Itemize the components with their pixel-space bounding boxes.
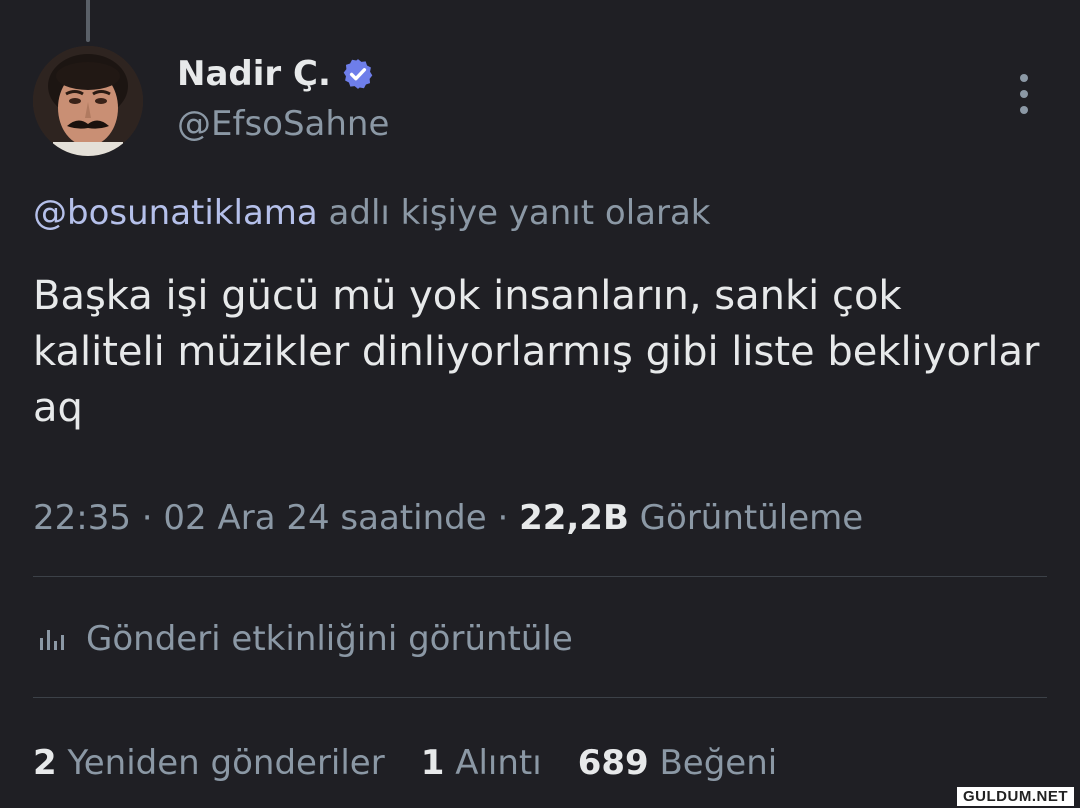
views-count: 22,2B bbox=[519, 498, 629, 538]
analytics-icon bbox=[40, 630, 64, 650]
reply-mention-link[interactable]: @bosunatiklama bbox=[33, 193, 318, 233]
tweet-meta: 22:35 · 02 Ara 24 saatinde · 22,2B Görün… bbox=[33, 495, 863, 541]
reply-context-label: adlı kişiye yanıt olarak bbox=[317, 193, 711, 233]
quotes-label: Alıntı bbox=[455, 743, 542, 783]
divider bbox=[33, 697, 1047, 698]
reposts-count: 2 bbox=[33, 743, 57, 783]
view-post-activity-button[interactable]: Gönderi etkinliğini görüntüle bbox=[38, 616, 573, 662]
tweet-timestamp[interactable]: 22:35 · 02 Ara 24 saatinde · bbox=[33, 498, 519, 538]
site-watermark: GULDUM.NET bbox=[957, 787, 1074, 806]
view-post-activity-label: Gönderi etkinliğini görüntüle bbox=[86, 619, 573, 659]
tweet-text: Başka işi gücü mü yok insanların, sanki … bbox=[33, 273, 1040, 431]
author-name-row[interactable]: Nadir Ç. bbox=[177, 52, 375, 96]
verified-badge-icon bbox=[343, 59, 373, 89]
more-dot bbox=[1020, 106, 1028, 114]
reply-context: @bosunatiklama adlı kişiye yanıt olarak bbox=[33, 190, 710, 236]
thread-connector-line bbox=[86, 0, 90, 42]
author-handle[interactable]: @EfsoSahne bbox=[177, 101, 389, 147]
reposts-label: Yeniden gönderiler bbox=[67, 743, 385, 783]
likes-stat[interactable]: 689 Beğeni bbox=[578, 740, 778, 786]
quotes-stat[interactable]: 1 Alıntı bbox=[421, 740, 542, 786]
avatar-image bbox=[33, 46, 143, 156]
quotes-count: 1 bbox=[420, 743, 445, 783]
reposts-stat[interactable]: 2 Yeniden gönderiler bbox=[33, 740, 385, 786]
more-dot bbox=[1020, 74, 1028, 82]
divider bbox=[33, 576, 1047, 577]
more-dot bbox=[1020, 90, 1028, 98]
likes-count: 689 bbox=[577, 743, 649, 783]
likes-label: Beğeni bbox=[659, 743, 778, 783]
engagement-stats: 2 Yeniden gönderiler 1 Alıntı 689 Beğeni bbox=[33, 740, 777, 786]
avatar[interactable] bbox=[33, 46, 143, 156]
author-display-name[interactable]: Nadir Ç. bbox=[177, 52, 331, 96]
views-label: Görüntüleme bbox=[628, 498, 864, 538]
more-options-icon[interactable] bbox=[1010, 74, 1038, 114]
